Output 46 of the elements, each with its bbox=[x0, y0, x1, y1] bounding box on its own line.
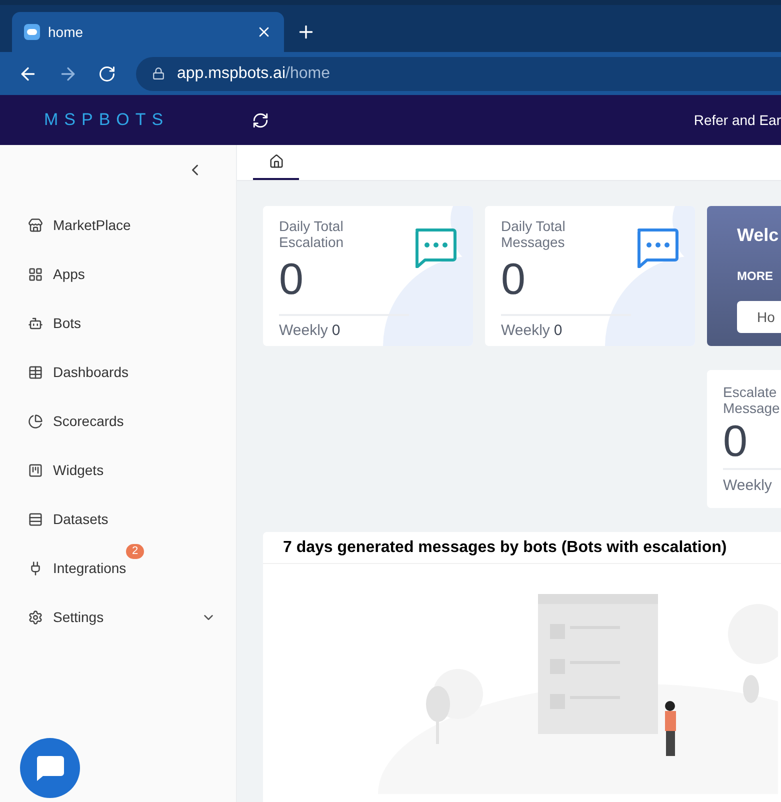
sidebar-item[interactable]: Dashboards bbox=[0, 348, 236, 397]
settings-icon bbox=[28, 610, 43, 625]
sidebar-item[interactable]: Integrations 2 bbox=[0, 544, 236, 593]
welcome-button[interactable]: Ho bbox=[737, 301, 781, 333]
lock-icon bbox=[152, 67, 165, 80]
welcome-title: Welc bbox=[737, 224, 780, 247]
url-text: app.mspbots.ai/home bbox=[177, 64, 330, 84]
refresh-icon[interactable] bbox=[252, 112, 269, 128]
notification-badge: 2 bbox=[126, 544, 144, 559]
plug-icon bbox=[28, 561, 43, 576]
sidebar-item[interactable]: MarketPlace bbox=[0, 201, 236, 250]
sidebar-item[interactable]: Scorecards bbox=[0, 397, 236, 446]
refer-link[interactable]: Refer and Ear bbox=[694, 110, 781, 130]
welcome-subtitle: MORE bbox=[737, 268, 774, 285]
address-bar[interactable]: app.mspbots.ai/home bbox=[136, 56, 781, 90]
weekly-label: Weekly bbox=[723, 477, 772, 494]
chart-title: 7 days generated messages by bots (Bots with escalation) bbox=[283, 538, 727, 558]
home-icon bbox=[268, 154, 284, 169]
sidebar-item[interactable]: Bots bbox=[0, 299, 236, 348]
sidebar-item[interactable]: Widgets bbox=[0, 446, 236, 495]
weekly-label: Weekly bbox=[279, 321, 328, 341]
stat-title: Daily Total Escalation bbox=[279, 218, 345, 250]
stat-value: 0 bbox=[723, 416, 748, 468]
grid-icon bbox=[28, 267, 43, 282]
stat-value: 0 bbox=[279, 254, 304, 306]
weekly-value: 0 bbox=[332, 321, 340, 341]
stat-value: 0 bbox=[501, 254, 526, 306]
robot-favicon-icon bbox=[24, 24, 40, 40]
chat-icon bbox=[35, 754, 65, 782]
browser-tab[interactable]: home bbox=[12, 12, 284, 52]
store-icon bbox=[28, 218, 43, 233]
weekly-value: 0 bbox=[554, 321, 562, 341]
sidebar-item[interactable]: Apps bbox=[0, 250, 236, 299]
stat-title: Daily Total Messages bbox=[501, 218, 566, 250]
stat-title: Escalate Message bbox=[723, 384, 781, 416]
sidebar-item[interactable]: Datasets bbox=[0, 495, 236, 544]
board-icon bbox=[28, 463, 43, 478]
list-icon bbox=[28, 512, 43, 527]
sidebar-item[interactable]: Settings bbox=[0, 593, 236, 642]
reload-icon[interactable] bbox=[98, 64, 116, 82]
tab-title: home bbox=[48, 22, 84, 42]
table-icon bbox=[28, 365, 43, 380]
bot-icon bbox=[28, 316, 43, 331]
weekly-label: Weekly bbox=[501, 321, 550, 341]
pie-chart-icon bbox=[28, 414, 43, 429]
app-logo: MSPBOTS bbox=[44, 109, 170, 132]
